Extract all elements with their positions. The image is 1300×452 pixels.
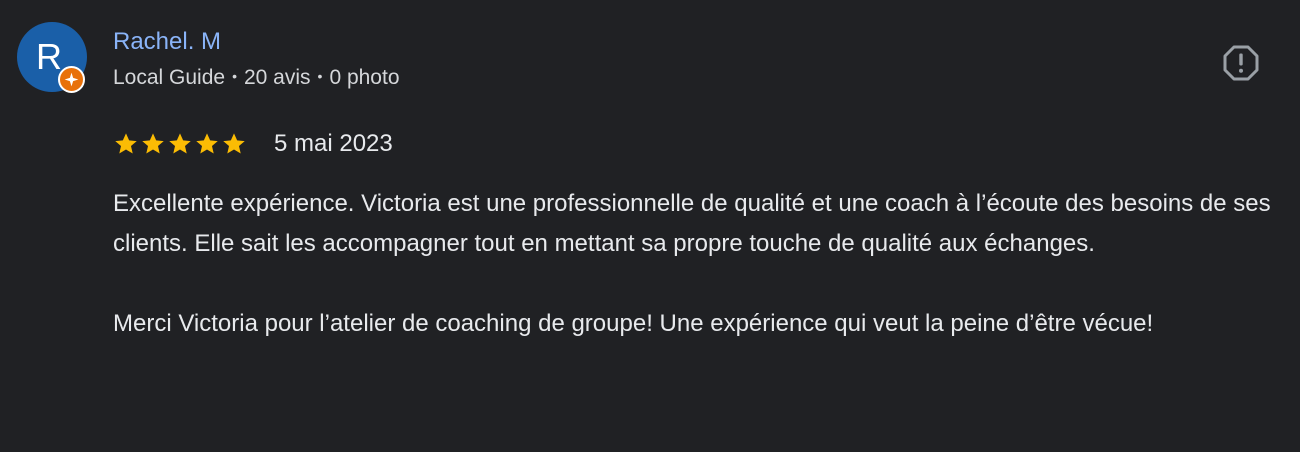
separator-dot: • bbox=[317, 68, 323, 84]
star-filled-icon bbox=[169, 133, 191, 154]
review-paragraph: Merci Victoria pour l’atelier de coachin… bbox=[113, 310, 1154, 337]
local-guide-label: Local Guide bbox=[113, 66, 226, 89]
reviewer-meta: Local Guide • 20 avis • 0 photo bbox=[113, 64, 400, 93]
local-guide-badge-icon bbox=[58, 66, 85, 93]
star-filled-icon bbox=[223, 133, 245, 154]
review-text: Excellente expérience. Victoria est une … bbox=[113, 184, 1273, 344]
rating-row: 5 mai 2023 bbox=[113, 128, 393, 160]
separator-dot: • bbox=[232, 68, 237, 84]
reviewer-name[interactable]: Rachel. M bbox=[113, 27, 221, 57]
report-flag-icon bbox=[1223, 45, 1259, 81]
star-filled-icon bbox=[196, 133, 218, 154]
photo-count: 0 photo bbox=[329, 66, 400, 89]
star-filled-icon bbox=[142, 133, 164, 154]
review-paragraph: Excellente expérience. Victoria est une … bbox=[113, 190, 1271, 257]
review-date: 5 mai 2023 bbox=[274, 130, 393, 157]
star-filled-icon bbox=[115, 133, 137, 154]
review-count: 20 avis bbox=[243, 66, 311, 89]
report-button[interactable] bbox=[1222, 44, 1260, 82]
sparkle-icon bbox=[64, 72, 79, 87]
review-card: R Rachel. M Local Guide • 20 avis • 0 photo … bbox=[0, 0, 1300, 452]
star-rating bbox=[113, 131, 247, 157]
